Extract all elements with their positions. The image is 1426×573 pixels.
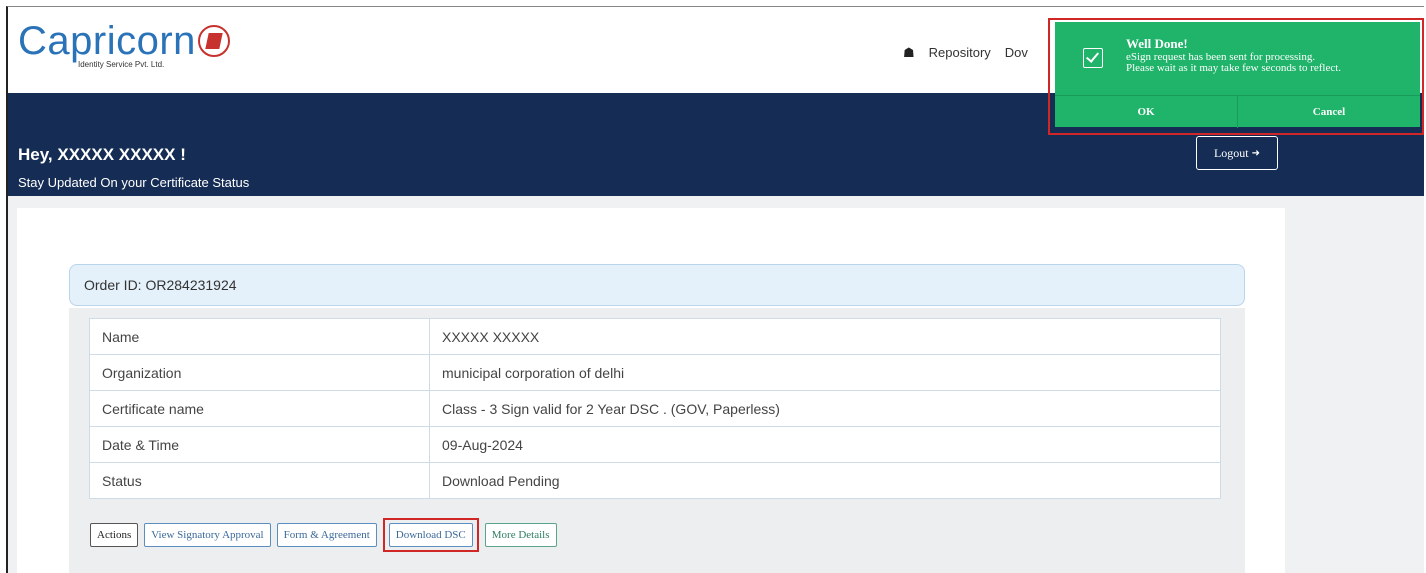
actions-button[interactable]: Actions: [90, 523, 139, 547]
logout-button[interactable]: Logout ➜: [1196, 136, 1278, 170]
toast-cancel-button[interactable]: Cancel: [1238, 96, 1420, 128]
order-card: Order ID: OR284231924 Name XXXXX XXXXX O…: [17, 208, 1285, 573]
download-dsc-button[interactable]: Download DSC: [388, 523, 473, 547]
greeting-subtitle: Stay Updated On your Certificate Status: [18, 175, 250, 190]
action-bar: Actions View Signatory Approval Form & Agr…: [90, 518, 563, 552]
certificate-details-table: Name XXXXX XXXXX Organization municipal …: [89, 318, 1221, 499]
order-details-panel: Name XXXXX XXXXX Organization municipal …: [69, 308, 1245, 573]
download-dsc-highlight: Download DSC: [382, 518, 479, 552]
row-label-organization: Organization: [89, 354, 430, 391]
toast-message: eSign request has been sent for processi…: [1126, 52, 1341, 74]
status-badge: Download Pending: [429, 462, 1221, 499]
table-row: Date & Time 09-Aug-2024: [89, 426, 1221, 463]
row-value-organization: municipal corporation of delhi: [429, 354, 1221, 391]
table-row: Certificate name Class - 3 Sign valid fo…: [89, 390, 1221, 427]
greeting-text: Hey, XXXXX XXXXX !: [18, 145, 186, 164]
row-value-certificate: Class - 3 Sign valid for 2 Year DSC . (G…: [429, 390, 1221, 427]
row-label-datetime: Date & Time: [89, 426, 430, 463]
home-icon[interactable]: ☗: [903, 45, 915, 61]
row-label-status: Status: [89, 462, 430, 499]
logout-label: Logout: [1213, 145, 1249, 160]
toast-message-line-2: Please wait as it may take few seconds t…: [1126, 62, 1342, 74]
more-details-button[interactable]: More Details: [484, 523, 557, 547]
row-value-name: XXXXX XXXXX: [429, 318, 1221, 355]
main-nav: ☗ Repository Dov: [903, 45, 1042, 61]
logout-icon: ➜: [1251, 147, 1261, 159]
view-signatory-approval-button[interactable]: View Signatory Approval: [144, 523, 271, 547]
row-label-name: Name: [89, 318, 430, 355]
table-row: Organization municipal corporation of de…: [89, 354, 1221, 391]
toast-buttons: OK Cancel: [1055, 95, 1420, 128]
table-row: Name XXXXX XXXXX: [89, 318, 1221, 355]
toast-title: Well Done!: [1126, 36, 1188, 51]
row-label-certificate: Certificate name: [89, 390, 430, 427]
order-id-header: Order ID: OR284231924: [69, 264, 1245, 306]
row-value-datetime: 09-Aug-2024: [429, 426, 1221, 463]
brand-name: Capricorn: [18, 19, 196, 63]
checkbox-check-icon: [1083, 48, 1103, 68]
brand-tagline: Identity Service Pvt. Ltd.: [78, 60, 165, 69]
main-content: Order ID: OR284231924 Name XXXXX XXXXX O…: [8, 196, 1424, 573]
table-row: Status Download Pending: [89, 462, 1221, 499]
nav-item-repository[interactable]: Repository: [929, 45, 991, 60]
nav-item-download[interactable]: Dov: [1005, 45, 1028, 60]
brand-logo[interactable]: Capricorn Identity Service Pvt. Ltd.: [18, 21, 230, 81]
brand-emblem-icon: [197, 25, 230, 57]
toast-ok-button[interactable]: OK: [1055, 96, 1238, 128]
success-toast: Well Done! eSign request has been sent f…: [1055, 22, 1420, 128]
form-agreement-button[interactable]: Form & Agreement: [276, 523, 377, 547]
toast-body: Well Done! eSign request has been sent f…: [1055, 22, 1420, 94]
